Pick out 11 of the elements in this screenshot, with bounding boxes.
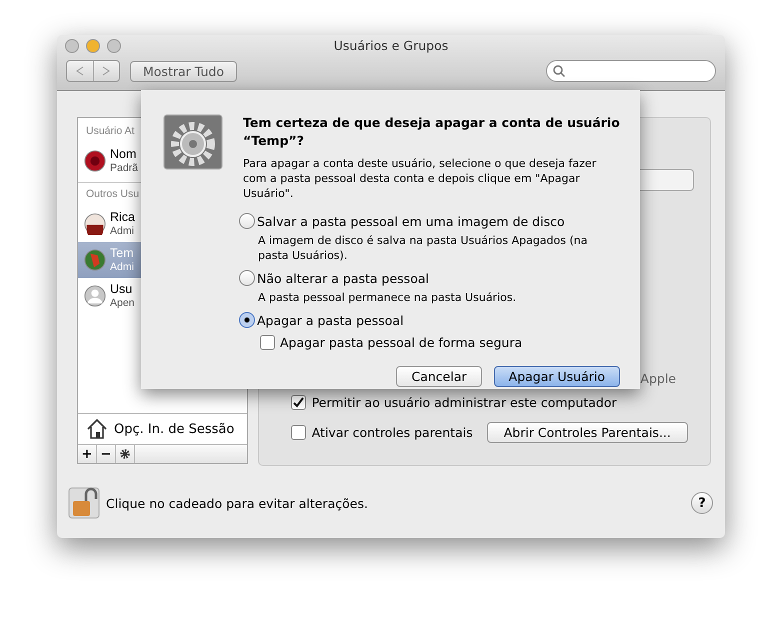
window-title: Usuários e Grupos	[332, 38, 450, 53]
option-label: Ativar controles parentais	[312, 424, 473, 440]
sheet-title: Tem certeza de que deseja apagar a conta de usuário “Temp”?	[243, 114, 620, 150]
option-label: Apagar pasta pessoal de forma segura	[280, 334, 522, 350]
section-header: Usuário At	[85, 124, 136, 139]
option-label: Permitir ao usuário administrar este computador	[312, 394, 617, 410]
sheet-message: Para apagar a conta deste usuário, selecione o que deseja fazer com a pasta pessoal desta conta e depois clique em "Apagar Usuário".	[243, 156, 598, 201]
apple-id-label: Apple	[640, 371, 676, 387]
lock-hint: Clique no cadeado para evitar alterações.	[106, 496, 368, 510]
option-description: A imagem de disco é salva na pasta Usuários Apagados (na pasta Usuários).	[258, 233, 588, 263]
option-description: A pasta pessoal permanece na pasta Usuários.	[258, 290, 518, 305]
